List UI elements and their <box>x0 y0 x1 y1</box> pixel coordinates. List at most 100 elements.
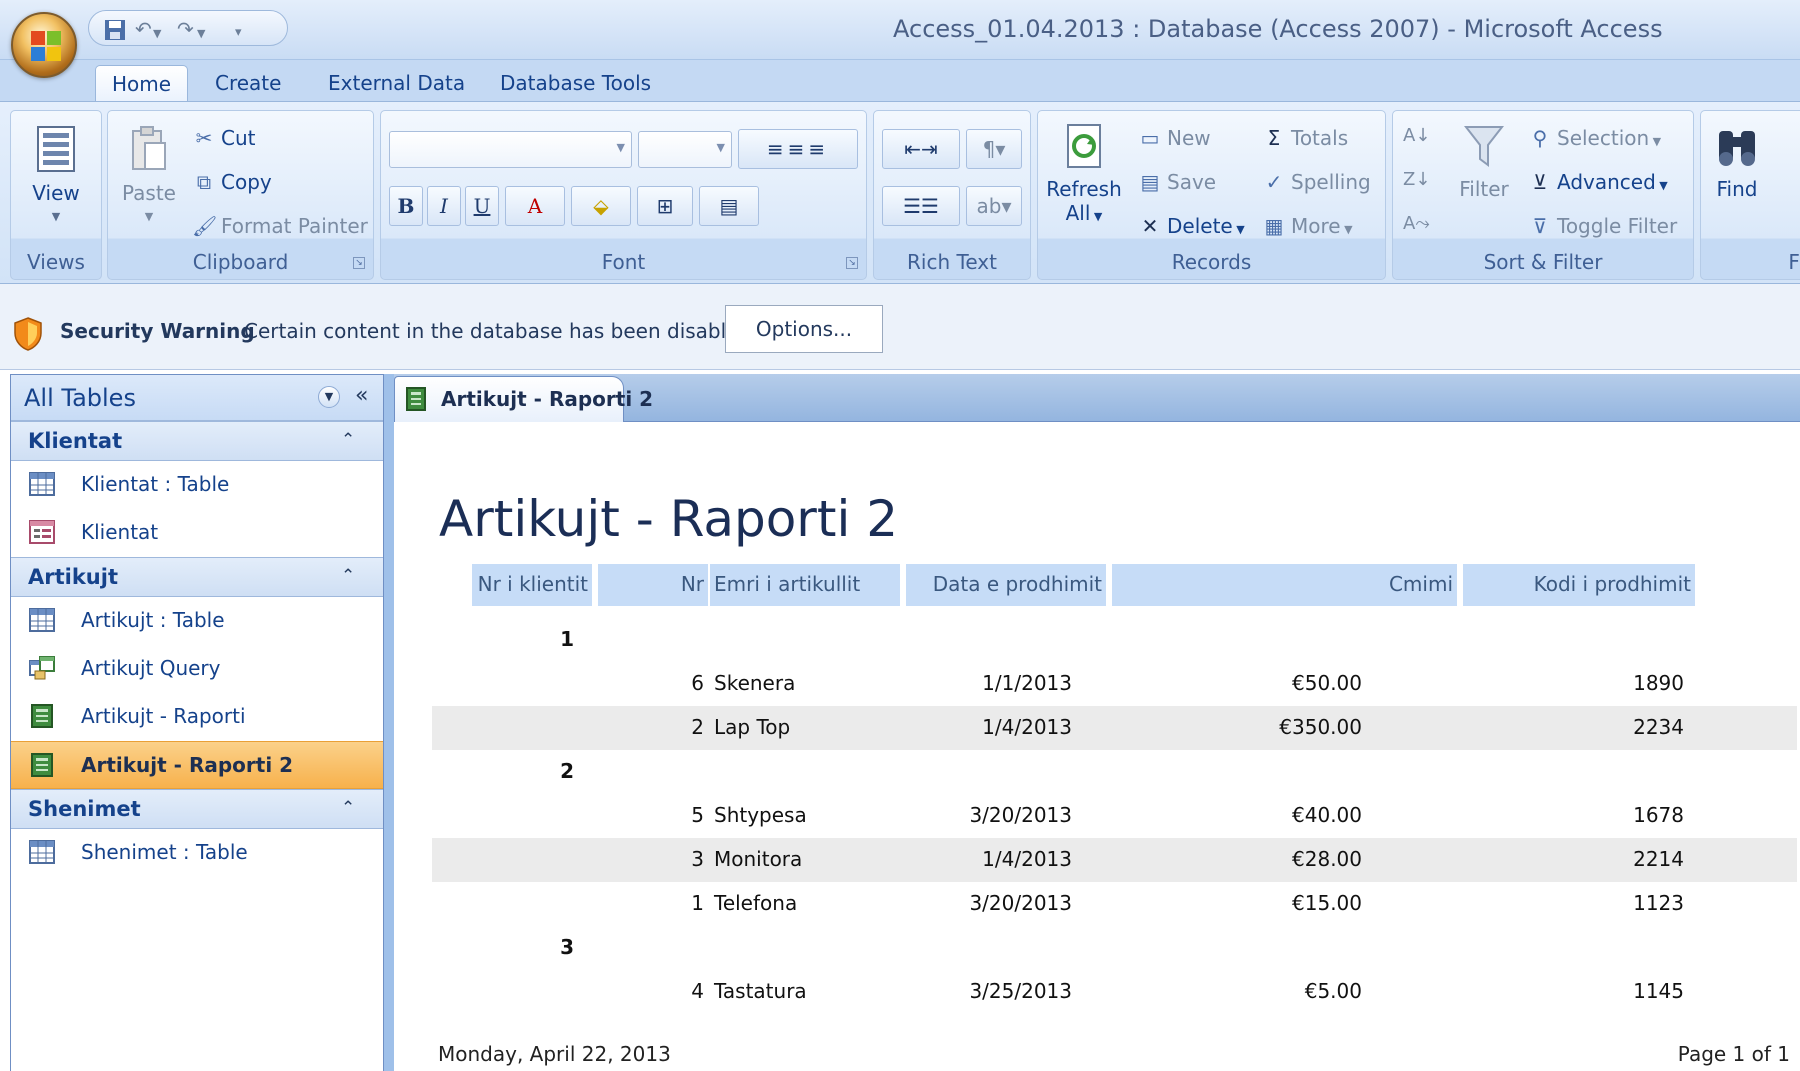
splitter-bar[interactable] <box>384 374 394 1071</box>
fill-color-button[interactable]: ⬙ <box>571 186 631 226</box>
font-dialog-launcher-icon[interactable]: ↘ <box>846 257 858 269</box>
header-emri-i-artikullit: Emri i artikullit <box>710 564 900 606</box>
cell-production-date: 1/1/2013 <box>982 671 1072 695</box>
refresh-all-button[interactable]: Refresh All ▼ <box>1042 123 1126 229</box>
selection-button[interactable]: ⚲ Selection ▼ <box>1528 125 1661 155</box>
list-buttons[interactable]: ☰☰ <box>882 186 960 226</box>
save-record-icon: ▤ <box>1140 170 1160 194</box>
highlight-button[interactable]: ab▾ <box>966 186 1022 226</box>
save-record-button[interactable]: ▤ Save <box>1138 169 1217 195</box>
paste-button[interactable]: Paste ▼ <box>118 125 180 229</box>
paragraph-direction-button[interactable]: ¶▾ <box>966 129 1022 169</box>
report-row: 4 Tastatura 3/25/2013 €5.00 1145 <box>432 970 1797 1014</box>
advanced-label: Advanced <box>1557 170 1656 194</box>
nav-menu-dropdown-icon[interactable]: ▼ <box>318 386 340 408</box>
office-button[interactable] <box>11 12 77 78</box>
totals-button[interactable]: Σ Totals <box>1262 125 1348 151</box>
paragraph-icon: ¶▾ <box>982 137 1006 161</box>
paste-dropdown-icon: ▼ <box>144 210 154 223</box>
nav-pane-header[interactable]: All Tables ▼ « <box>11 375 383 421</box>
undo-dropdown-icon[interactable]: ▼ <box>153 23 161 45</box>
redo-icon[interactable]: ↷ <box>177 18 194 40</box>
sort-descending-button[interactable]: Z↓ <box>1403 167 1430 193</box>
font-color-button[interactable]: A <box>505 186 565 226</box>
font-name-combo[interactable]: ▼ <box>389 131 632 168</box>
new-record-button[interactable]: ▭ New <box>1138 125 1211 151</box>
nav-pane-title: All Tables <box>24 384 136 412</box>
cell-product-code: 1145 <box>1633 979 1684 1003</box>
clear-sort-button[interactable]: A⤳ <box>1403 211 1430 237</box>
nav-item-artikujt-query[interactable]: Artikujt Query <box>11 645 383 693</box>
records-group-label: Records <box>1171 250 1252 274</box>
nav-item-label: Artikujt Query <box>81 656 221 680</box>
gridlines-button[interactable]: ⊞ <box>637 186 693 226</box>
report-footer-page: Page 1 of 1 <box>1677 1042 1790 1066</box>
nav-group-title: Shenimet <box>28 797 141 821</box>
redo-dropdown-icon[interactable]: ▼ <box>197 23 205 45</box>
collapse-chevron-icon[interactable]: ⌃ <box>341 566 355 586</box>
tab-external-data[interactable]: External Data <box>312 65 481 102</box>
report-title: Artikujt - Raporti 2 <box>439 490 899 548</box>
tab-create[interactable]: Create <box>199 65 297 102</box>
copy-button[interactable]: ⧉ Copy <box>192 169 272 195</box>
nav-group-artikujt[interactable]: Artikujt ⌃ <box>11 557 383 597</box>
nav-item-klientat-form[interactable]: Klientat <box>11 509 383 557</box>
document-tab[interactable]: Artikujt - Raporti 2 <box>394 376 653 422</box>
filter-label: Filter <box>1459 177 1509 201</box>
collapse-chevron-icon[interactable]: ⌃ <box>341 798 355 818</box>
highlight-icon: ab▾ <box>976 194 1012 218</box>
nav-item-artikujt-raporti-2[interactable]: Artikujt - Raporti 2 <box>11 741 383 789</box>
options-button[interactable]: Options... <box>725 305 883 353</box>
view-button[interactable]: View ▼ <box>21 125 91 229</box>
indent-buttons[interactable]: ⇤⇥ <box>882 129 960 169</box>
records-group: Refresh All ▼ ▭ New ▤ Save ✕ Delete ▼ Σ Tota… <box>1037 110 1386 280</box>
nav-group-klientat[interactable]: Klientat ⌃ <box>11 421 383 461</box>
clear-sort-icon: A⤳ <box>1403 213 1430 234</box>
alternate-fill-button[interactable]: ▤ <box>699 186 759 226</box>
alternate-fill-icon: ▤ <box>719 194 739 218</box>
delete-button[interactable]: ✕ Delete ▼ <box>1138 213 1245 243</box>
bold-button[interactable]: B <box>389 186 423 226</box>
format-painter-button[interactable]: 🖌 Format Painter <box>192 213 368 239</box>
nav-item-shenimet-table[interactable]: Shenimet : Table <box>11 829 383 877</box>
nav-item-label: Klientat <box>81 520 159 544</box>
sort-filter-group: A↓ Z↓ A⤳ Filter ⚲ Selection ▼ ⊻ Advanced ▼… <box>1392 110 1694 280</box>
clipboard-group-label: Clipboard <box>192 250 289 274</box>
cell-product-code: 1123 <box>1633 891 1684 915</box>
clipboard-dialog-launcher-icon[interactable]: ↘ <box>353 257 365 269</box>
more-button[interactable]: ▦ More ▼ <box>1262 213 1353 243</box>
header-nr: Nr <box>598 564 708 606</box>
nav-item-artikujt-raporti[interactable]: Artikujt - Raporti <box>11 693 383 741</box>
save-icon[interactable] <box>103 18 127 46</box>
spelling-button[interactable]: ✓ Spelling <box>1262 169 1371 195</box>
tab-database-tools[interactable]: Database Tools <box>484 65 667 102</box>
rich-text-group: ⇤⇥ ¶▾ ☰☰ ab▾ Rich Text <box>873 110 1031 280</box>
tab-home[interactable]: Home <box>95 65 189 102</box>
customize-qat-icon[interactable]: ▾ <box>235 22 242 44</box>
cut-button[interactable]: ✂ Cut <box>192 125 256 151</box>
italic-button[interactable]: I <box>427 186 461 226</box>
alignment-buttons[interactable]: ≡≡≡ <box>738 129 858 169</box>
scissors-icon: ✂ <box>195 126 213 150</box>
nav-item-label: Klientat : Table <box>81 472 230 496</box>
form-icon <box>29 520 55 544</box>
find-button[interactable]: Find <box>1707 123 1767 201</box>
advanced-button[interactable]: ⊻ Advanced ▼ <box>1528 169 1668 199</box>
nav-group-shenimet[interactable]: Shenimet ⌃ <box>11 789 383 829</box>
window-title: Access_01.04.2013 : Database (Access 200… <box>893 15 1663 43</box>
security-warning-title: Security Warning <box>60 319 255 343</box>
sort-ascending-button[interactable]: A↓ <box>1403 123 1430 149</box>
nav-item-artikujt-table[interactable]: Artikujt : Table <box>11 597 383 645</box>
undo-icon[interactable]: ↶ <box>135 18 152 40</box>
font-size-combo[interactable]: ▼ <box>638 131 732 168</box>
toggle-filter-button[interactable]: ⊽ Toggle Filter <box>1528 213 1678 239</box>
filter-button[interactable]: Filter <box>1451 123 1517 201</box>
underline-button[interactable]: U <box>465 186 499 226</box>
binoculars-icon <box>1719 131 1755 166</box>
shutter-bar-close-icon[interactable]: « <box>355 383 368 408</box>
nav-item-klientat-table[interactable]: Klientat : Table <box>11 461 383 509</box>
delete-x-icon: ✕ <box>1141 214 1159 238</box>
report-icon <box>31 753 53 777</box>
cell-price: €350.00 <box>1279 715 1362 739</box>
collapse-chevron-icon[interactable]: ⌃ <box>341 430 355 450</box>
